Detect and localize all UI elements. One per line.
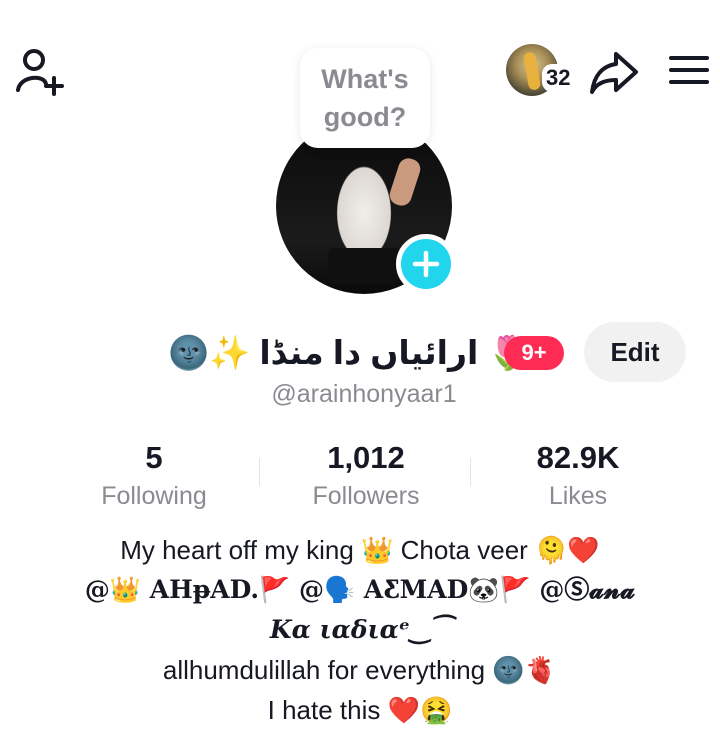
stat-likes[interactable]: 82.9K Likes [478,436,678,512]
bio: My heart off my king 👑 Chota veer 🫠❤️ @👑… [0,530,720,730]
bio-line: 𝑲𝜶 𝜾𝜶𝜹𝜾𝜶ᵉ‿⁀ [269,615,451,644]
likes-count: 82.9K [536,440,620,475]
story-chip[interactable]: 32 [506,44,582,96]
stat-divider [259,458,260,486]
bio-line: allhumdulillah for everything 🌚🫀 [162,655,558,685]
profile-stats: 5 Following 1,012 Followers 82.9K Likes [0,436,720,516]
name-row: 🌚✨ ارائیاں دا منڈا 🌷 9+ Edit [0,320,720,384]
followers-label: Followers [312,482,420,510]
likes-label: Likes [548,482,608,510]
stat-divider [470,458,471,486]
share-arrow-icon [590,52,638,94]
add-story-button[interactable] [396,234,456,294]
stat-followers[interactable]: 1,012 Followers [266,436,466,512]
stat-following[interactable]: 5 Following [54,436,254,512]
add-friend-button[interactable] [14,44,68,96]
username-handle: @arainhonyaar1 [271,380,457,408]
following-count: 5 [145,440,163,475]
story-count: 32 [542,64,575,92]
bio-line: I hate this ❤️🤮 [267,695,453,725]
notification-badge[interactable]: 9+ [504,336,564,370]
edit-profile-button[interactable]: Edit [584,322,686,382]
hamburger-menu-icon [669,56,709,84]
plus-icon [412,250,440,278]
following-label: Following [101,482,207,510]
display-name: 🌚✨ ارائیاں دا منڈا 🌷 [168,334,529,371]
followers-count: 1,012 [327,440,405,475]
bio-line: My heart off my king 👑 Chota veer 🫠❤️ [120,535,600,565]
bio-mentions-line[interactable]: @👑 AHᵽAD.🚩 @🗣️ AƸMAD🐼🚩 @Ⓢ𝓪𝓷𝓪 [0,570,720,610]
status-bubble-text: What's good? [321,64,409,132]
share-button[interactable] [586,46,642,98]
status-bubble[interactable]: What's good? [300,48,430,148]
menu-button[interactable] [664,48,714,92]
person-add-icon [16,49,64,96]
